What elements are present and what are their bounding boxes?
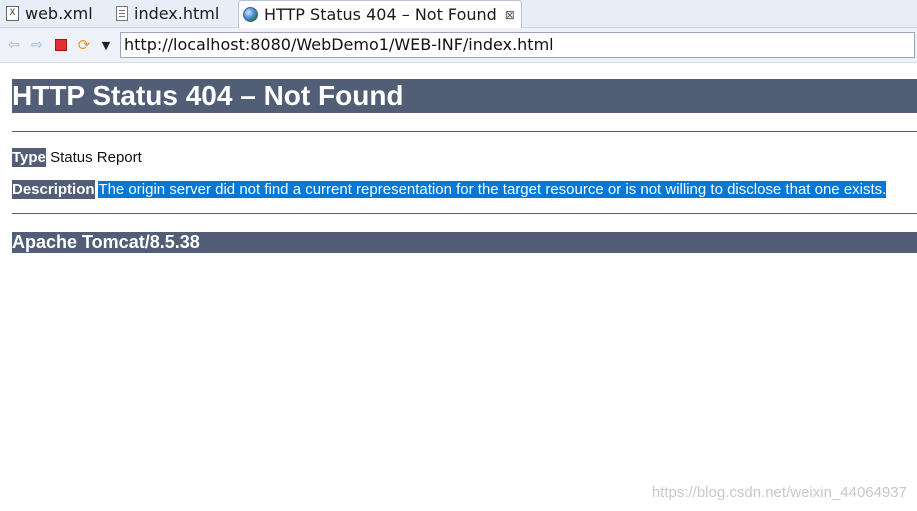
url-input[interactable]: http://localhost:8080/WebDemo1/WEB-INF/i… <box>120 32 915 58</box>
close-tab-icon[interactable]: ⊠ <box>505 8 515 22</box>
tab-index-html[interactable]: index.html <box>116 0 219 27</box>
back-arrow-icon[interactable]: ⇦ <box>6 37 22 53</box>
watermark: https://blog.csdn.net/weixin_44064937 <box>651 484 907 501</box>
description-row: Description The origin server did not fi… <box>12 180 887 199</box>
xml-file-icon: X <box>6 6 19 21</box>
server-info: Apache Tomcat/8.5.38 <box>12 232 917 253</box>
tab-label: HTTP Status 404 – Not Found <box>264 5 497 24</box>
editor-tab-bar: X web.xml index.html HTTP Status 404 – N… <box>0 0 917 28</box>
html-file-icon <box>116 6 128 21</box>
divider <box>12 213 917 214</box>
tab-web-xml[interactable]: X web.xml <box>6 0 93 27</box>
tab-http-status-404[interactable]: HTTP Status 404 – Not Found ⊠ <box>238 0 522 28</box>
forward-arrow-icon[interactable]: ⇨ <box>29 37 45 53</box>
tab-label: web.xml <box>25 4 93 23</box>
browser-toolbar: ⇦ ⇨ ⟳ ▼ http://localhost:8080/WebDemo1/W… <box>0 28 917 63</box>
stop-icon[interactable] <box>53 37 69 53</box>
type-label: Type <box>12 148 46 167</box>
page-title: HTTP Status 404 – Not Found <box>12 79 917 113</box>
description-value: The origin server did not find a current… <box>98 181 887 198</box>
tab-label: index.html <box>134 4 220 23</box>
refresh-icon[interactable]: ⟳ <box>76 36 92 54</box>
type-row: Type Status Report <box>12 148 142 167</box>
dropdown-arrow-icon[interactable]: ▼ <box>98 37 114 53</box>
globe-icon <box>243 7 258 22</box>
description-label: Description <box>12 180 95 199</box>
divider <box>12 131 917 132</box>
type-value: Status Report <box>50 149 142 166</box>
